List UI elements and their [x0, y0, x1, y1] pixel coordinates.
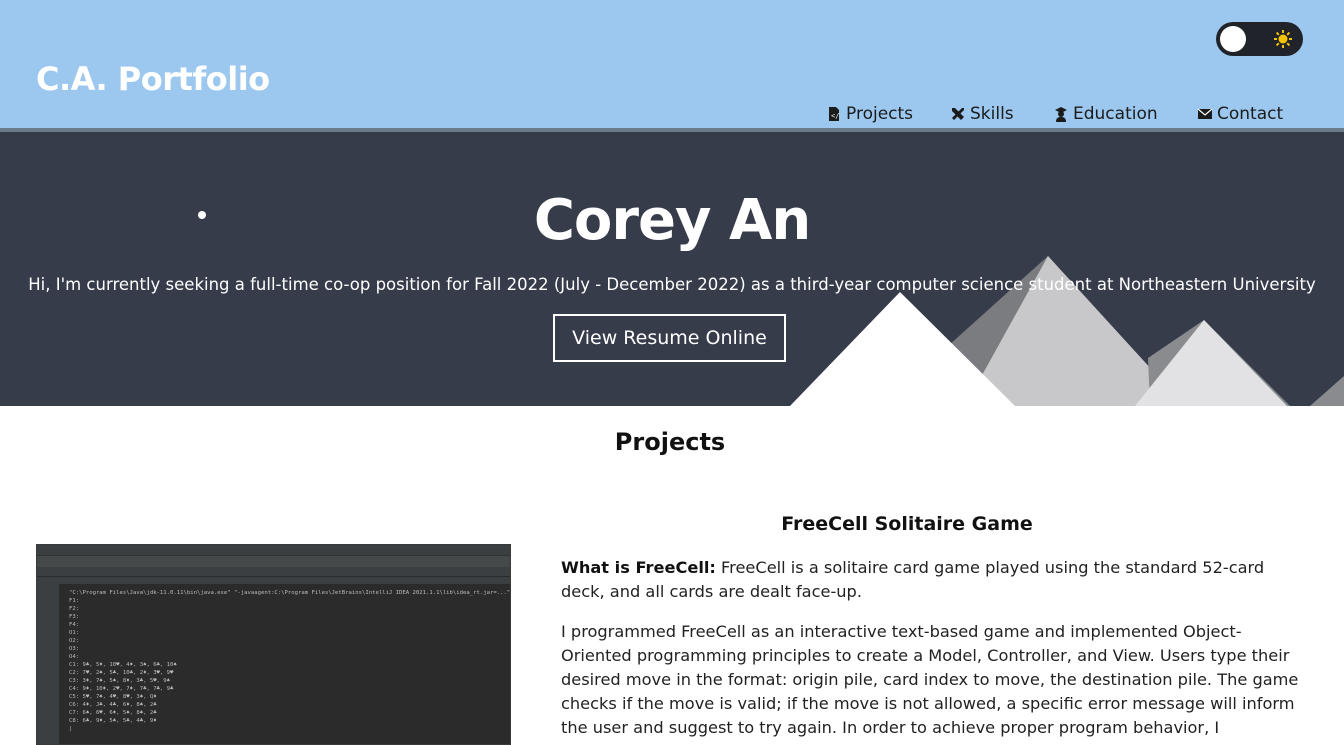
- hero-name: Corey An: [533, 188, 811, 253]
- nav-label: Contact: [1217, 104, 1284, 124]
- sun-icon: [1274, 30, 1292, 48]
- svg-text:</: </: [831, 112, 839, 120]
- project-intro-label: What is FreeCell:: [561, 558, 716, 577]
- project-intro: What is FreeCell: FreeCell is a solitair…: [561, 556, 1301, 604]
- tools-icon: [952, 108, 964, 120]
- hero-tagline: Hi, I'm currently seeking a full-time co…: [28, 275, 1316, 294]
- mountains-illustration: [790, 256, 1344, 406]
- project-title: FreeCell Solitaire Game: [781, 513, 1033, 535]
- nav-skills[interactable]: Skills: [950, 104, 1014, 124]
- brand-logo[interactable]: C.A. Portfolio: [36, 60, 270, 98]
- nav-label: Education: [1073, 104, 1158, 124]
- main-nav: </ Projects Skills Education Contact: [0, 104, 1344, 128]
- hero-section: Corey An Hi, I'm currently seeking a ful…: [0, 132, 1344, 406]
- ide-runbar: [37, 576, 510, 584]
- project-details: I programmed FreeCell as an interactive …: [561, 622, 1299, 745]
- ide-sidebar: [37, 584, 59, 744]
- ide-menubar: [37, 545, 510, 555]
- code-file-icon: </: [829, 107, 839, 121]
- ide-tabs: [37, 567, 510, 576]
- theme-toggle[interactable]: [1216, 22, 1303, 56]
- envelope-icon: [1197, 108, 1213, 119]
- project-description: What is FreeCell: FreeCell is a solitair…: [561, 556, 1301, 745]
- toggle-knob: [1220, 26, 1246, 52]
- view-resume-button[interactable]: View Resume Online: [553, 314, 786, 362]
- nav-contact[interactable]: Contact: [1197, 104, 1283, 124]
- ide-toolbar: [37, 555, 510, 567]
- site-header: C.A. Portfolio </ Projects Skills Educat…: [0, 0, 1344, 128]
- nav-label: Skills: [970, 104, 1014, 124]
- console-output: "C:\Program Files\Java\jdk-11.0.11\bin\j…: [69, 590, 511, 732]
- nav-projects[interactable]: </ Projects: [826, 104, 913, 124]
- freecell-screenshot: "C:\Program Files\Java\jdk-11.0.11\bin\j…: [36, 544, 511, 745]
- nav-label: Projects: [846, 104, 914, 124]
- nav-education[interactable]: Education: [1053, 104, 1158, 124]
- projects-heading: Projects: [614, 428, 726, 456]
- graduate-icon: [1055, 107, 1067, 122]
